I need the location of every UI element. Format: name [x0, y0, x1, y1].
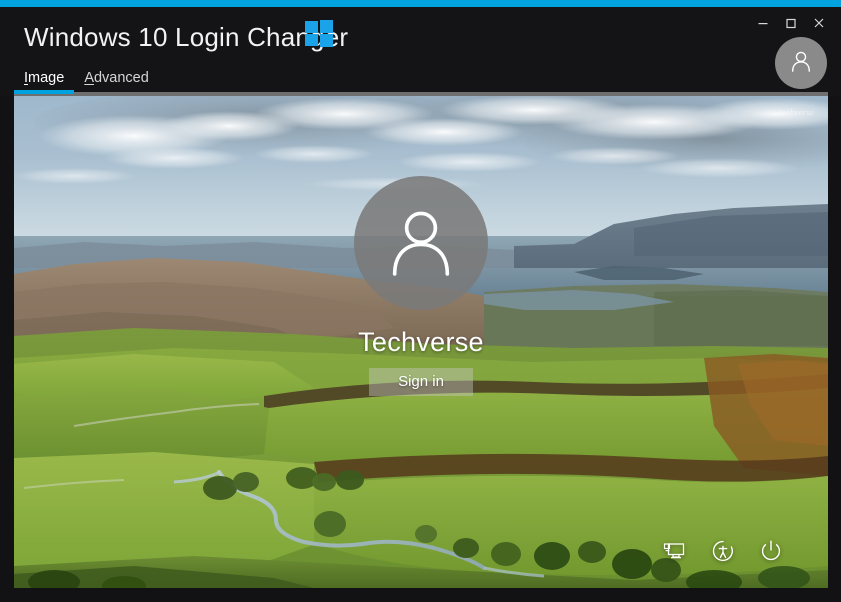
tab-advanced[interactable]: Advanced	[74, 70, 159, 94]
tab-advanced-accel: A	[84, 70, 94, 86]
user-avatar[interactable]	[354, 176, 488, 310]
window-controls	[749, 11, 833, 35]
user-name: Techverse	[358, 327, 484, 358]
login-block: Techverse Sign in	[14, 176, 828, 396]
ease-of-access-icon[interactable]	[710, 538, 736, 564]
person-icon	[788, 48, 814, 79]
person-icon	[382, 202, 460, 285]
windows-logo-icon	[305, 20, 334, 47]
maximize-button[interactable]	[777, 11, 805, 35]
close-button[interactable]	[805, 11, 833, 35]
lock-screen-preview[interactable]: techverse Techverse Sign in	[14, 96, 828, 588]
power-icon[interactable]	[758, 538, 784, 564]
tab-image[interactable]: Image	[14, 70, 74, 94]
tab-bar: Image Advanced	[14, 70, 159, 94]
app-window: Windows 10 Login Changer	[0, 0, 841, 602]
tab-image-label: mage	[28, 70, 64, 86]
window-accent-strip	[0, 0, 841, 7]
minimize-button[interactable]	[749, 11, 777, 35]
page-title: Windows 10 Login Changer	[24, 22, 348, 53]
account-avatar-button[interactable]	[775, 37, 827, 89]
wallpaper-watermark: techverse	[779, 108, 814, 117]
sign-in-button[interactable]: Sign in	[369, 368, 473, 396]
lock-screen-icon-bar	[662, 538, 784, 564]
network-icon[interactable]	[662, 538, 688, 564]
tab-advanced-label: dvanced	[94, 70, 149, 86]
